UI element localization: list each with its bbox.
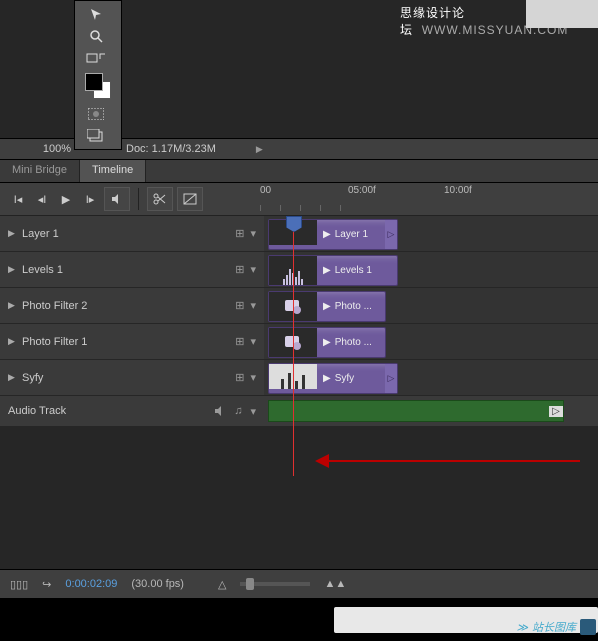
play-icon: ▶	[323, 265, 331, 276]
first-frame-button[interactable]: I◂	[8, 189, 28, 209]
timeline-footer: ▯▯▯ ↪ 0:00:02:09 (30.00 fps) △ ▲▲	[0, 569, 598, 598]
watermark-block	[526, 0, 598, 28]
current-time[interactable]: 0:00:02:09	[65, 578, 117, 590]
play-icon: ▶	[323, 337, 331, 348]
playhead-line	[293, 216, 294, 476]
quickmask-tool[interactable]	[77, 103, 115, 125]
zoom-slider[interactable]	[240, 582, 310, 586]
annotation-arrow	[320, 460, 580, 462]
fps-label: (30.00 fps)	[131, 578, 184, 590]
bottom-bar: ≫站长图库	[0, 598, 598, 641]
clip-end-icon[interactable]: ▷	[385, 364, 397, 393]
clip-end-icon[interactable]: ▷	[385, 220, 397, 249]
play-icon: ▶	[323, 373, 331, 384]
ruler-label-2: 10:00f	[444, 185, 472, 196]
play-icon: ▶	[323, 229, 331, 240]
filmstrip-icon[interactable]: ⊞	[235, 335, 244, 348]
clip[interactable]: ▶Photo ...	[268, 327, 386, 358]
track-menu-icon[interactable]: ▾	[250, 371, 256, 384]
audio-track-row: Audio Track ♫ ▾ ▷	[0, 396, 598, 427]
clip[interactable]: ▶Photo ...	[268, 291, 386, 322]
track-name: Photo Filter 2	[22, 300, 235, 312]
track-menu-icon[interactable]: ▾	[250, 227, 256, 240]
track-name: Syfy	[22, 372, 235, 384]
panel-tabs: Mini Bridge Timeline	[0, 160, 598, 183]
track-row: ▶Levels 1⊞▾ ▶Levels 1	[0, 252, 598, 288]
zoom-out-icon[interactable]: △	[218, 578, 226, 591]
status-menu-icon[interactable]: ▶	[256, 144, 263, 155]
site-badge: ≫站长图库	[516, 619, 596, 635]
color-swatch[interactable]	[85, 73, 111, 99]
audio-end-icon[interactable]: ▷	[549, 406, 563, 417]
play-button[interactable]: ▶	[56, 189, 76, 209]
mute-button[interactable]	[104, 187, 130, 211]
speaker-icon[interactable]	[214, 405, 226, 418]
footer-menu[interactable]: ▯▯▯	[10, 578, 28, 591]
canvas-area: 思缘设计论坛 WWW.MISSYUAN.COM	[0, 0, 598, 138]
track-menu-icon[interactable]: ▾	[250, 263, 256, 276]
expand-icon[interactable]: ▶	[8, 264, 22, 275]
time-ruler[interactable]: 00 05:00f 10:00f	[256, 183, 598, 215]
expand-icon[interactable]: ▶	[8, 228, 22, 239]
track-name: Layer 1	[22, 228, 235, 240]
next-frame-button[interactable]: I▸	[80, 189, 100, 209]
track-row: ▶Photo Filter 2⊞▾ ▶Photo ...	[0, 288, 598, 324]
audio-track-label: Audio Track	[8, 405, 66, 417]
prev-frame-button[interactable]: ◂I	[32, 189, 52, 209]
audio-menu-icon[interactable]: ▾	[250, 405, 256, 418]
clip[interactable]: ▶Levels 1	[268, 255, 398, 286]
track-name: Photo Filter 1	[22, 336, 235, 348]
audio-clip[interactable]: ▷	[268, 400, 564, 422]
music-note-icon[interactable]: ♫	[234, 405, 242, 418]
foreground-color[interactable]	[85, 73, 103, 91]
play-icon: ▶	[323, 301, 331, 312]
screenmode-tool[interactable]	[77, 125, 115, 147]
tab-mini-bridge[interactable]: Mini Bridge	[0, 160, 80, 182]
split-button[interactable]	[147, 187, 173, 211]
expand-icon[interactable]: ▶	[8, 336, 22, 347]
tab-timeline[interactable]: Timeline	[80, 160, 146, 182]
tracks-container: ▶Layer 1⊞▾ ▶Layer 1▷ ▶Levels 1⊞▾ ▶Levels…	[0, 216, 598, 427]
track-name: Levels 1	[22, 264, 235, 276]
tools-panel	[74, 0, 122, 150]
ruler-label-1: 05:00f	[348, 185, 376, 196]
ruler-label-0: 00	[260, 185, 271, 196]
track-menu-icon[interactable]: ▾	[250, 335, 256, 348]
doc-size: Doc: 1.17M/3.23M	[126, 143, 216, 155]
move-tool[interactable]	[77, 3, 115, 25]
track-row: ▶Syfy⊞▾ ▶Syfy▷	[0, 360, 598, 396]
track-menu-icon[interactable]: ▾	[250, 299, 256, 312]
expand-icon[interactable]: ▶	[8, 372, 22, 383]
timeline-controls: I◂ ◂I ▶ I▸ 00 05:00f 10:00f	[0, 183, 598, 216]
zoom-in-icon[interactable]: ▲▲	[324, 578, 346, 590]
zoom-tool[interactable]	[77, 25, 115, 47]
track-row: ▶Photo Filter 1⊞▾ ▶Photo ...	[0, 324, 598, 360]
rect-tool[interactable]	[77, 47, 115, 69]
filmstrip-icon[interactable]: ⊞	[235, 371, 244, 384]
filmstrip-icon[interactable]: ⊞	[235, 299, 244, 312]
clip[interactable]: ▶Syfy▷	[268, 363, 398, 394]
filmstrip-icon[interactable]: ⊞	[235, 227, 244, 240]
expand-icon[interactable]: ▶	[8, 300, 22, 311]
filmstrip-icon[interactable]: ⊞	[235, 263, 244, 276]
share-icon[interactable]: ↪	[42, 578, 51, 591]
transition-button[interactable]	[177, 187, 203, 211]
